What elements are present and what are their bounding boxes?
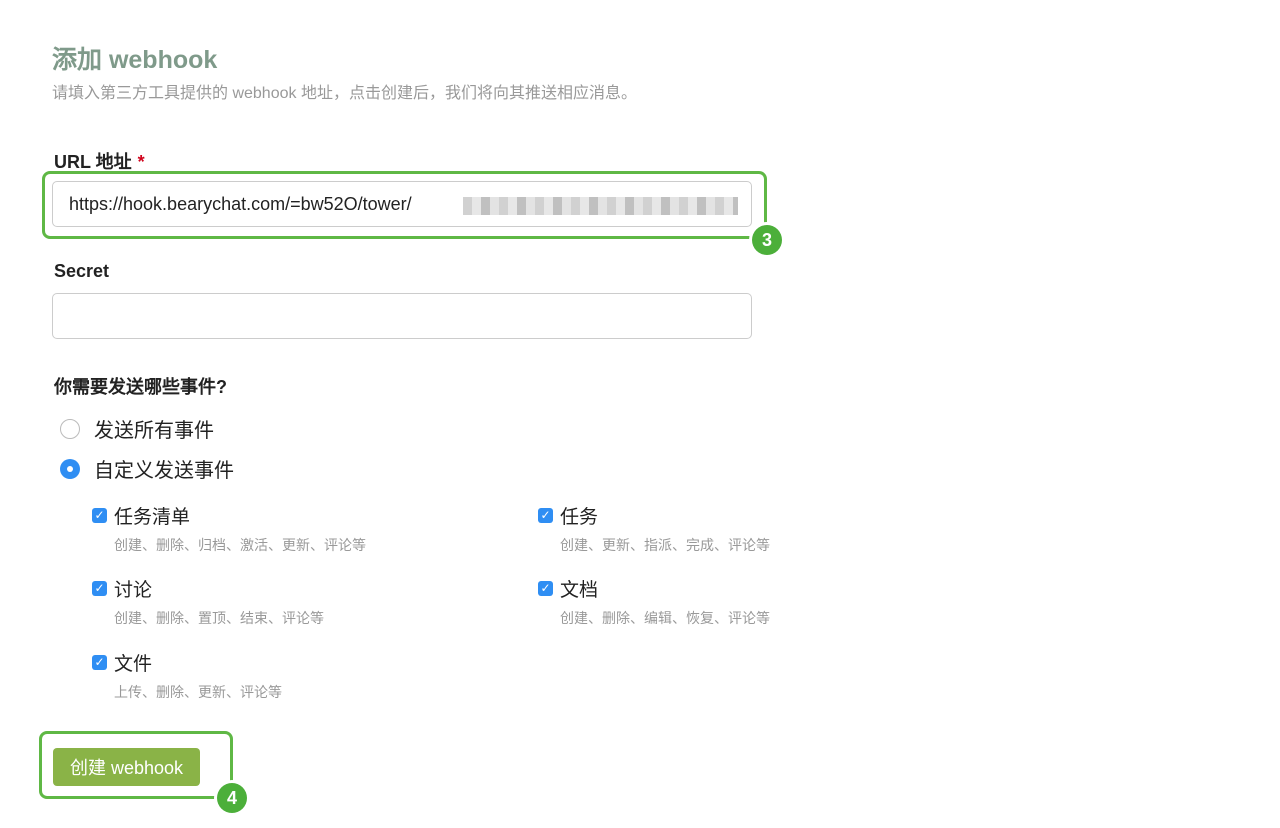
radio-custom-events-label: 自定义发送事件 (94, 460, 234, 482)
step-4-badge: 4 (217, 783, 247, 813)
radio-checked[interactable] (60, 458, 80, 479)
required-mark: * (137, 152, 145, 172)
page-title: 添加 webhook (52, 46, 218, 74)
url-label-text: URL 地址 (54, 152, 132, 172)
radio-all-events[interactable]: 发送所有事件 (60, 414, 214, 443)
radio-custom-events[interactable]: 自定义发送事件 (60, 454, 234, 483)
checkbox-task[interactable]: ✓ (538, 508, 553, 523)
event-name: 任务 (560, 507, 599, 528)
page-subtitle: 请填入第三方工具提供的 webhook 地址，点击创建后，我们将向其推送相应消息… (52, 85, 637, 102)
checkbox-discussion[interactable]: ✓ (92, 581, 107, 596)
event-desc: 创建、更新、指派、完成、评论等 (560, 537, 770, 553)
webhook-form-page: 添加 webhook 请填入第三方工具提供的 webhook 地址，点击创建后，… (0, 0, 1280, 828)
event-name: 文档 (560, 580, 599, 601)
step-3-badge: 3 (752, 225, 782, 255)
event-name: 文件 (114, 654, 153, 675)
checkbox-tasklist[interactable]: ✓ (92, 508, 107, 523)
event-document: ✓ 文档 创建、删除、编辑、恢复、评论等 (538, 575, 770, 628)
events-question: 你需要发送哪些事件? (54, 377, 227, 397)
secret-label: Secret (54, 261, 110, 281)
radio-unchecked[interactable] (60, 418, 80, 439)
event-tasklist: ✓ 任务清单 创建、删除、归档、激活、更新、评论等 (92, 502, 366, 555)
event-discussion: ✓ 讨论 创建、删除、置顶、结束、评论等 (92, 575, 324, 628)
event-file: ✓ 文件 上传、删除、更新、评论等 (92, 649, 282, 702)
secret-input[interactable] (52, 293, 752, 339)
checkbox-document[interactable]: ✓ (538, 581, 553, 596)
event-desc: 创建、删除、归档、激活、更新、评论等 (114, 537, 366, 553)
event-desc: 上传、删除、更新、评论等 (114, 684, 282, 700)
event-name: 讨论 (114, 580, 153, 601)
step-4-highlight (39, 731, 233, 799)
event-task: ✓ 任务 创建、更新、指派、完成、评论等 (538, 502, 770, 555)
event-desc: 创建、删除、编辑、恢复、评论等 (560, 610, 770, 626)
step-3-highlight (42, 171, 767, 239)
radio-all-events-label: 发送所有事件 (94, 420, 214, 442)
checkbox-file[interactable]: ✓ (92, 655, 107, 670)
event-desc: 创建、删除、置顶、结束、评论等 (114, 610, 324, 626)
event-name: 任务清单 (114, 507, 191, 528)
